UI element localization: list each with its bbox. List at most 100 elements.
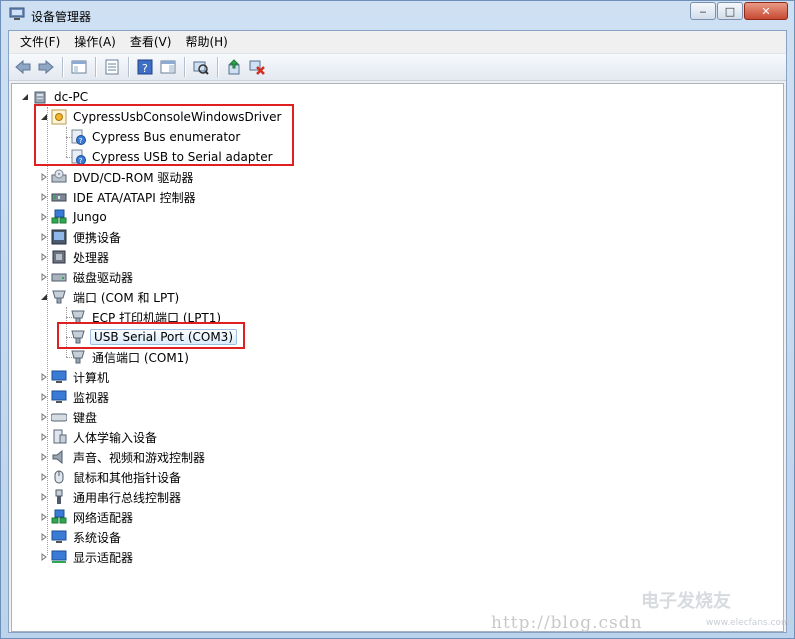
update-driver-icon[interactable]: [223, 56, 245, 78]
computer-label: 计算机: [73, 370, 110, 385]
highlight-box-cypress: [34, 104, 294, 166]
show-hide-console-tree-icon[interactable]: [68, 56, 90, 78]
port-icon: [70, 349, 86, 365]
network-device-icon: [51, 209, 67, 225]
keyboard-icon: [51, 409, 67, 425]
scan-hardware-changes-icon[interactable]: [190, 56, 212, 78]
minimize-button[interactable]: ‒: [690, 2, 716, 20]
properties-icon[interactable]: [101, 56, 123, 78]
tree-item-monitor[interactable]: 监视器: [39, 387, 111, 407]
network-label: 网络适配器: [73, 510, 134, 525]
menu-bar: 文件(F) 操作(A) 查看(V) 帮助(H): [9, 31, 786, 52]
collapsed-arrow-icon[interactable]: [39, 552, 49, 562]
tree-item-ports[interactable]: 端口 (COM 和 LPT): [39, 287, 181, 307]
network-adapter-icon: [51, 509, 67, 525]
highlight-box-com3: [57, 322, 245, 349]
expanded-arrow-icon[interactable]: [39, 292, 49, 302]
display-adapter-icon: [51, 549, 67, 565]
device-manager-app-icon: [9, 7, 25, 21]
toolbar-separator: [128, 57, 130, 77]
computer-icon: [32, 89, 48, 105]
collapsed-arrow-icon[interactable]: [39, 472, 49, 482]
action-pane-icon[interactable]: [157, 56, 179, 78]
hid-label: 人体学输入设备: [73, 430, 158, 445]
tree-item-computer[interactable]: 计算机: [39, 367, 111, 387]
watermark-logo: 电子发烧友: [641, 591, 731, 612]
collapsed-arrow-icon[interactable]: [39, 172, 49, 182]
uninstall-icon[interactable]: [246, 56, 268, 78]
dvd-label: DVD/CD-ROM 驱动器: [73, 170, 194, 185]
tree-item-display[interactable]: 显示适配器: [39, 547, 135, 567]
toolbar-separator: [95, 57, 97, 77]
close-button[interactable]: ✕: [744, 2, 788, 20]
tree-item-mouse[interactable]: 鼠标和其他指针设备: [39, 467, 183, 487]
monitor-icon: [51, 389, 67, 405]
tree-item-jungo[interactable]: Jungo: [39, 207, 109, 227]
toolbar: ?: [9, 53, 786, 81]
collapsed-arrow-icon[interactable]: [39, 212, 49, 222]
tree-item-dvd[interactable]: DVD/CD-ROM 驱动器: [39, 167, 195, 187]
menu-help[interactable]: 帮助(H): [180, 33, 232, 50]
collapsed-arrow-icon[interactable]: [39, 512, 49, 522]
collapsed-arrow-icon[interactable]: [39, 192, 49, 202]
collapsed-arrow-icon[interactable]: [39, 452, 49, 462]
usb-icon: [51, 489, 67, 505]
disk-drive-icon: [51, 269, 67, 285]
dvd-drive-icon: [51, 169, 67, 185]
collapsed-arrow-icon[interactable]: [39, 272, 49, 282]
ide-controller-icon: [51, 189, 67, 205]
toolbar-separator: [184, 57, 186, 77]
menu-action[interactable]: 操作(A): [69, 33, 121, 50]
ide-label: IDE ATA/ATAPI 控制器: [73, 190, 196, 205]
watermark-text: http://blog.csdn: [491, 613, 643, 633]
svg-text:?: ?: [142, 62, 148, 75]
port-icon: [51, 289, 67, 305]
collapsed-arrow-icon[interactable]: [39, 492, 49, 502]
collapsed-arrow-icon[interactable]: [39, 392, 49, 402]
menu-file[interactable]: 文件(F): [15, 33, 65, 50]
tree-item-cpu[interactable]: 处理器: [39, 247, 111, 267]
mouse-label: 鼠标和其他指针设备: [73, 470, 182, 485]
back-arrow-icon[interactable]: [12, 56, 34, 78]
menu-view[interactable]: 查看(V): [125, 33, 177, 50]
com1-label: 通信端口 (COM1): [92, 350, 189, 365]
toolbar-separator: [217, 57, 219, 77]
tree-item-hid[interactable]: 人体学输入设备: [39, 427, 159, 447]
expanded-arrow-icon[interactable]: [20, 92, 30, 102]
watermark-url: www.elecfans.com: [706, 618, 790, 628]
tree-item-com1[interactable]: 通信端口 (COM1): [58, 347, 191, 367]
sound-label: 声音、视频和游戏控制器: [73, 450, 206, 465]
root-label: dc-PC: [54, 90, 89, 104]
system-label: 系统设备: [73, 530, 122, 545]
collapsed-arrow-icon[interactable]: [39, 232, 49, 242]
portable-label: 便携设备: [73, 230, 122, 245]
tree-item-system[interactable]: 系统设备: [39, 527, 123, 547]
mouse-icon: [51, 469, 67, 485]
tree-item-portable[interactable]: 便携设备: [39, 227, 123, 247]
tree-item-sound[interactable]: 声音、视频和游戏控制器: [39, 447, 207, 467]
title-bar[interactable]: 设备管理器 ‒ □ ✕: [1, 1, 794, 29]
device-manager-window: 设备管理器 ‒ □ ✕ 文件(F) 操作(A) 查看(V) 帮助(H) ? dc…: [0, 0, 795, 639]
forward-arrow-icon[interactable]: [35, 56, 57, 78]
collapsed-arrow-icon[interactable]: [39, 372, 49, 382]
tree-item-usb[interactable]: 通用串行总线控制器: [39, 487, 183, 507]
jungo-label: Jungo: [73, 210, 107, 224]
maximize-button[interactable]: □: [717, 2, 743, 20]
collapsed-arrow-icon[interactable]: [39, 412, 49, 422]
tree-item-ide[interactable]: IDE ATA/ATAPI 控制器: [39, 187, 198, 207]
help-icon[interactable]: ?: [134, 56, 156, 78]
tree-item-disk[interactable]: 磁盘驱动器: [39, 267, 135, 287]
display-label: 显示适配器: [73, 550, 134, 565]
collapsed-arrow-icon[interactable]: [39, 252, 49, 262]
window-title: 设备管理器: [31, 10, 92, 24]
collapsed-arrow-icon[interactable]: [39, 432, 49, 442]
cpu-label: 处理器: [73, 250, 110, 265]
system-device-icon: [51, 529, 67, 545]
tree-item-network[interactable]: 网络适配器: [39, 507, 135, 527]
tree-item-keyboard[interactable]: 键盘: [39, 407, 99, 427]
collapsed-arrow-icon[interactable]: [39, 532, 49, 542]
portable-device-icon: [51, 229, 67, 245]
usb-label: 通用串行总线控制器: [73, 490, 182, 505]
keyboard-label: 键盘: [73, 410, 98, 425]
computer-icon: [51, 369, 67, 385]
